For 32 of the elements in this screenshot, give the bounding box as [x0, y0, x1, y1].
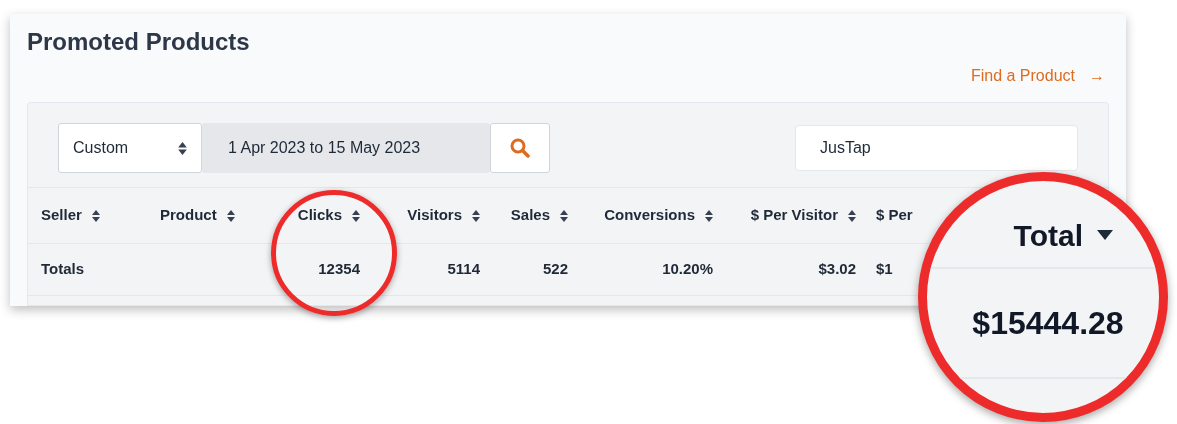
seller-search-field[interactable]: JusTap	[795, 125, 1078, 171]
column-header[interactable]: Clicks	[297, 204, 342, 227]
sort-icon[interactable]	[705, 209, 713, 222]
table-cell-text: 522	[542, 259, 568, 280]
column-header[interactable]: Conversions	[604, 204, 695, 227]
table-cell-text: $1	[876, 259, 893, 280]
table-cell-text: 5114	[447, 259, 480, 280]
period-select[interactable]: Custom	[58, 123, 202, 173]
date-range-field[interactable]: 1 Apr 2023 to 15 May 2023	[202, 123, 490, 173]
column-header[interactable]: $ Per Visitor	[750, 204, 838, 227]
select-arrows-icon	[178, 141, 187, 155]
table-cell-text: $3.02	[818, 259, 856, 280]
sort-icon[interactable]	[226, 209, 235, 222]
column-header[interactable]: Product	[160, 204, 217, 227]
sort-descending-icon[interactable]	[1097, 230, 1113, 240]
sort-icon[interactable]	[472, 209, 480, 222]
column-header[interactable]: Visitors	[407, 204, 462, 227]
search-button[interactable]	[490, 123, 550, 173]
sort-icon[interactable]	[848, 209, 856, 222]
total-value: $15444.28	[972, 304, 1124, 343]
table-cell-text: 10.20%	[662, 259, 713, 280]
sort-icon[interactable]	[560, 209, 568, 222]
sort-icon[interactable]	[352, 209, 360, 222]
sort-icon[interactable]	[91, 209, 100, 222]
column-header[interactable]: Total	[1013, 212, 1083, 258]
table-cell-text: Totals	[41, 259, 85, 280]
table-cell-text: 12354	[318, 259, 360, 280]
page-title: Promoted Products	[27, 27, 250, 57]
search-icon	[510, 138, 530, 158]
column-header[interactable]: $ Per	[876, 204, 913, 227]
column-header[interactable]: Seller	[41, 204, 82, 227]
column-header[interactable]: Sales	[510, 204, 550, 227]
